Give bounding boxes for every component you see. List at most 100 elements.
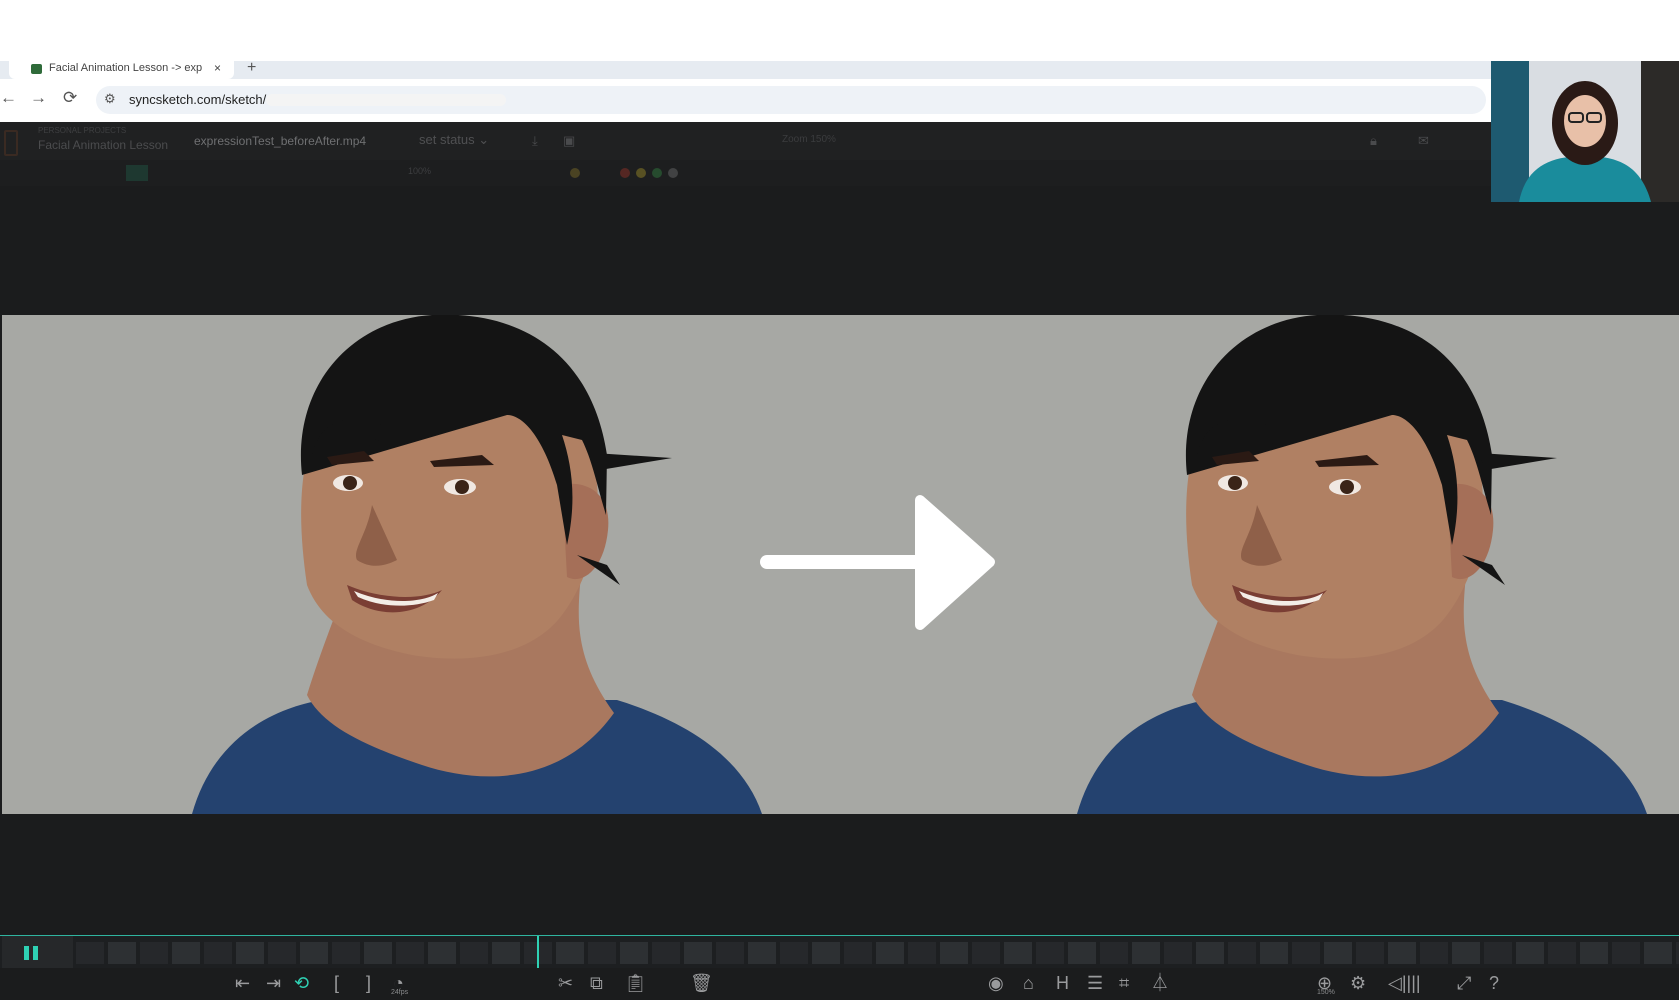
volume-icon[interactable]: ◁||||: [1388, 972, 1421, 994]
color-swatch-gold[interactable]: [636, 168, 646, 178]
keyframe-prev-icon[interactable]: ⇤: [235, 972, 250, 994]
timeline-frame[interactable]: [1132, 942, 1160, 964]
timeline-frame[interactable]: [588, 942, 616, 964]
timeline-frame[interactable]: [908, 942, 936, 964]
timeline-frame[interactable]: [1548, 942, 1576, 964]
webcam-overlay: [1491, 61, 1679, 202]
back-icon[interactable]: ←: [0, 88, 17, 108]
timeline-frame[interactable]: [716, 942, 744, 964]
timeline-frame[interactable]: [1004, 942, 1032, 964]
out-point-icon[interactable]: ]: [366, 972, 371, 994]
color-swatch-green[interactable]: [652, 168, 662, 178]
help-icon[interactable]: ?: [1489, 972, 1499, 994]
timeline-frame[interactable]: [780, 942, 808, 964]
image-icon[interactable]: ▣: [563, 133, 575, 149]
settings-icon[interactable]: ⚙: [1350, 972, 1366, 994]
favicon-icon: [31, 64, 42, 74]
timeline-frame[interactable]: [332, 942, 360, 964]
color-swatch-yellow[interactable]: [570, 168, 580, 178]
timeline-frame[interactable]: [940, 942, 968, 964]
pause-button[interactable]: [2, 936, 73, 969]
timeline-frame[interactable]: [76, 942, 104, 964]
timeline-frame[interactable]: [1260, 942, 1288, 964]
timeline-frame[interactable]: [1100, 942, 1128, 964]
new-tab-icon[interactable]: +: [247, 59, 256, 77]
in-point-icon[interactable]: [: [334, 972, 339, 994]
timeline-frame[interactable]: [620, 942, 648, 964]
timeline-frame[interactable]: [1292, 942, 1320, 964]
reload-icon[interactable]: ⟳: [63, 88, 77, 108]
timeline-frame[interactable]: [268, 942, 296, 964]
mail-icon[interactable]: ✉: [1418, 133, 1429, 149]
timeline-frame[interactable]: [1164, 942, 1192, 964]
timeline-frame[interactable]: [460, 942, 488, 964]
timeline-frame[interactable]: [1644, 942, 1672, 964]
timeline-scrubber[interactable]: [0, 935, 1679, 969]
timeline-frame[interactable]: [556, 942, 584, 964]
file-name: expressionTest_beforeAfter.mp4: [194, 134, 367, 148]
mirror-icon[interactable]: ⏃: [1151, 972, 1169, 994]
cut-icon[interactable]: ✂: [558, 972, 573, 994]
timeline-frame[interactable]: [204, 942, 232, 964]
ghost-icon[interactable]: ⌂: [1023, 972, 1034, 994]
color-swatch-red[interactable]: [620, 168, 630, 178]
fullscreen-icon[interactable]: ⤢: [1457, 972, 1471, 994]
timeline-frame[interactable]: [396, 942, 424, 964]
download-icon[interactable]: ⤓: [532, 133, 538, 149]
timeline-frame[interactable]: [1452, 942, 1480, 964]
timeline-frame[interactable]: [1228, 942, 1256, 964]
timeline-frame[interactable]: [1324, 942, 1352, 964]
timeline-frame[interactable]: [492, 942, 520, 964]
h-flip-icon[interactable]: H: [1056, 972, 1069, 994]
timeline-frame[interactable]: [972, 942, 1000, 964]
timeline-frame[interactable]: [172, 942, 200, 964]
keyframe-next-icon[interactable]: ⇥: [266, 972, 281, 994]
layers-icon[interactable]: ☰: [1087, 972, 1103, 994]
url-field[interactable]: ⚙ syncsketch.com/sketch/: [96, 86, 1486, 114]
tool-select-icon[interactable]: [126, 165, 148, 181]
timeline-frame[interactable]: [812, 942, 840, 964]
crop-icon[interactable]: ⌗: [1119, 972, 1129, 994]
timeline-frame[interactable]: [684, 942, 712, 964]
timeline-frame[interactable]: [1356, 942, 1384, 964]
delete-icon[interactable]: 🗑︎: [690, 972, 713, 994]
timeline-frame[interactable]: [844, 942, 872, 964]
playhead[interactable]: [537, 936, 539, 969]
timeline-frame[interactable]: [108, 942, 136, 964]
tab-close-icon[interactable]: ×: [214, 61, 221, 75]
before-after-face-render: [192, 315, 1647, 814]
color-swatch-gray[interactable]: [668, 168, 678, 178]
eye-icon[interactable]: ◉: [988, 972, 1004, 994]
timeline-frame[interactable]: [748, 942, 776, 964]
timeline-frame[interactable]: [652, 942, 680, 964]
timeline-frame[interactable]: [1196, 942, 1224, 964]
video-frame[interactable]: [2, 315, 1679, 814]
timeline-frame[interactable]: [1516, 942, 1544, 964]
top-margin: [0, 0, 1679, 61]
timeline-frame[interactable]: [140, 942, 168, 964]
timeline-frame[interactable]: [1420, 942, 1448, 964]
loop-icon[interactable]: ⟲: [294, 972, 309, 994]
timeline-frame[interactable]: [236, 942, 264, 964]
timeline-frame[interactable]: [1580, 942, 1608, 964]
zoom-readout: Zoom 150%: [782, 134, 836, 145]
project-name[interactable]: Facial Animation Lesson: [38, 138, 168, 152]
timeline-frame[interactable]: [428, 942, 456, 964]
timeline-frame[interactable]: [1068, 942, 1096, 964]
timeline-frame[interactable]: [300, 942, 328, 964]
timeline-frame[interactable]: [876, 942, 904, 964]
timeline-frame[interactable]: [1388, 942, 1416, 964]
set-status-dropdown[interactable]: set status ⌄: [419, 132, 489, 148]
site-settings-icon[interactable]: ⚙: [104, 91, 116, 107]
paste-icon[interactable]: 📋︎: [624, 972, 647, 994]
timeline-frame[interactable]: [1484, 942, 1512, 964]
timeline-frame[interactable]: [1036, 942, 1064, 964]
lock-icon[interactable]: 🔒︎: [1370, 133, 1377, 149]
toolbar-zoom: 100%: [408, 166, 432, 176]
timeline-frame[interactable]: [364, 942, 392, 964]
forward-icon[interactable]: →: [30, 88, 47, 108]
copy-icon[interactable]: ⧉: [590, 972, 603, 994]
syncsketch-logo-icon[interactable]: [4, 130, 18, 156]
browser-tab[interactable]: Facial Animation Lesson -> exp ×: [9, 61, 234, 79]
timeline-frame[interactable]: [1612, 942, 1640, 964]
